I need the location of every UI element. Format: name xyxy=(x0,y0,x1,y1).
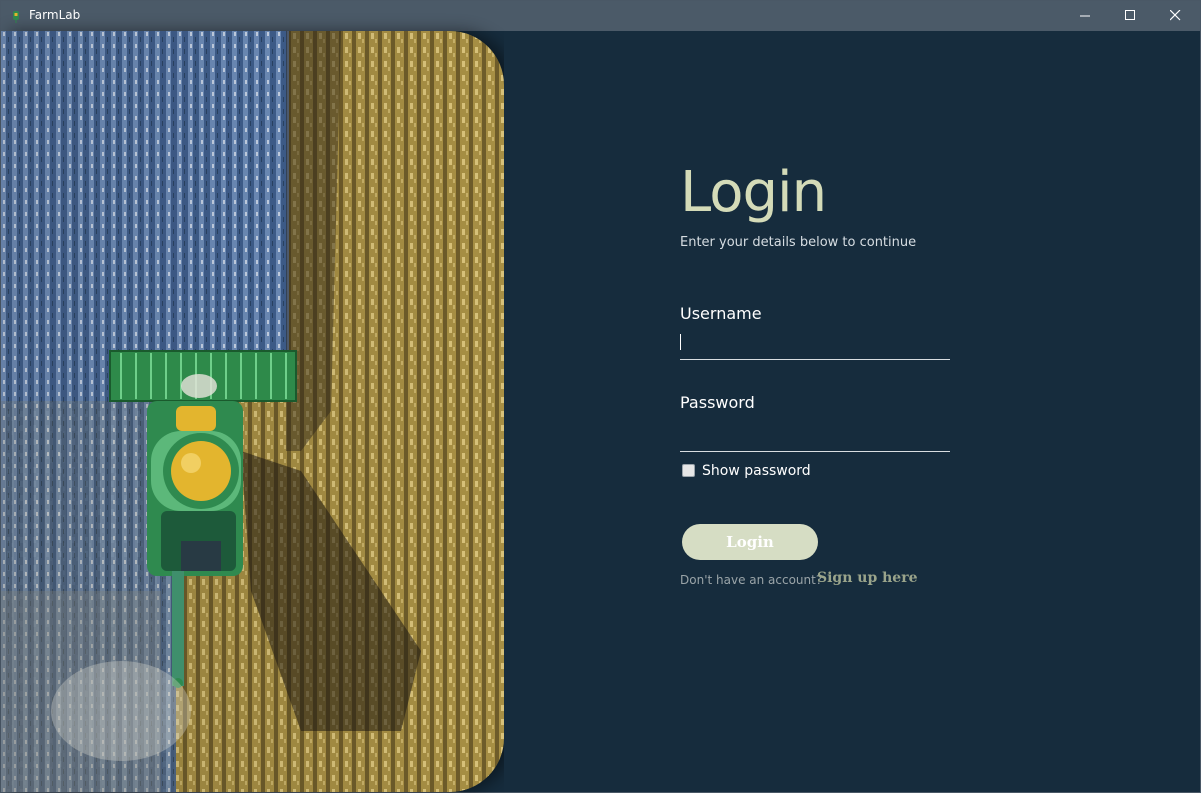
signup-link[interactable]: Sign up here xyxy=(817,570,917,586)
login-panel xyxy=(504,31,1200,792)
page-subtitle: Enter your details below to continue xyxy=(680,235,917,250)
minimize-button[interactable] xyxy=(1063,1,1108,31)
window-title: FarmLab xyxy=(29,8,81,22)
page-title: Login xyxy=(680,160,827,225)
tractor-icon xyxy=(13,11,19,23)
maximize-icon xyxy=(1125,10,1135,20)
minimize-icon xyxy=(1080,15,1090,17)
show-password-checkbox[interactable] xyxy=(682,464,695,477)
password-input[interactable] xyxy=(680,425,950,452)
no-account-text: Don't have an account? xyxy=(680,573,823,587)
close-button[interactable] xyxy=(1153,1,1198,31)
show-password-label[interactable]: Show password xyxy=(702,463,811,479)
close-icon xyxy=(1170,10,1181,21)
login-button[interactable]: Login xyxy=(682,524,818,560)
username-label: Username xyxy=(680,304,762,323)
password-label: Password xyxy=(680,393,755,412)
title-bar[interactable]: FarmLab xyxy=(1,1,1200,31)
app-window: FarmLab Login Enter your details below t… xyxy=(0,0,1201,793)
hero-image xyxy=(1,31,504,792)
text-cursor xyxy=(680,334,681,350)
username-input[interactable] xyxy=(680,333,950,360)
maximize-button[interactable] xyxy=(1108,1,1153,31)
